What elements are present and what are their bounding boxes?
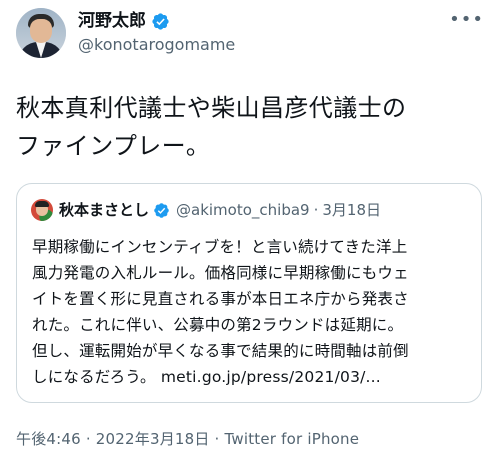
- more-options-icon[interactable]: •••: [449, 11, 484, 29]
- quoted-text: 早期稼働にインセンティブを！と言い続けてきた洋上 風力発電の入札ルール。価格同様…: [32, 238, 409, 386]
- quoted-author-avatar[interactable]: [31, 199, 53, 221]
- quoted-author-name[interactable]: 秋本まさとし: [59, 198, 149, 222]
- quoted-author-handle[interactable]: @akimoto_chiba9: [176, 198, 310, 222]
- author-avatar[interactable]: [16, 8, 66, 58]
- quoted-header: 秋本まさとし @akimoto_chiba9 · 3月18日: [59, 198, 381, 222]
- quoted-date[interactable]: 3月18日: [322, 198, 381, 222]
- tweet-timestamp-source[interactable]: 午後4:46 · 2022年3月18日 · Twitter for iPhone: [16, 428, 359, 450]
- quoted-tweet[interactable]: 秋本まさとし @akimoto_chiba9 · 3月18日 早期稼働にインセン…: [16, 183, 482, 403]
- tweet-text: 秋本真利代議士や柴山昌彦代議士の ファインプレー。: [16, 94, 407, 160]
- verified-badge-icon: [152, 12, 169, 30]
- author-name-row[interactable]: 河野太郎: [78, 10, 170, 32]
- author-handle[interactable]: @konotarogomame: [78, 35, 235, 55]
- quoted-separator: ·: [313, 201, 319, 219]
- quoted-verified-badge-icon: [154, 202, 169, 218]
- author-name[interactable]: 河野太郎: [78, 10, 146, 32]
